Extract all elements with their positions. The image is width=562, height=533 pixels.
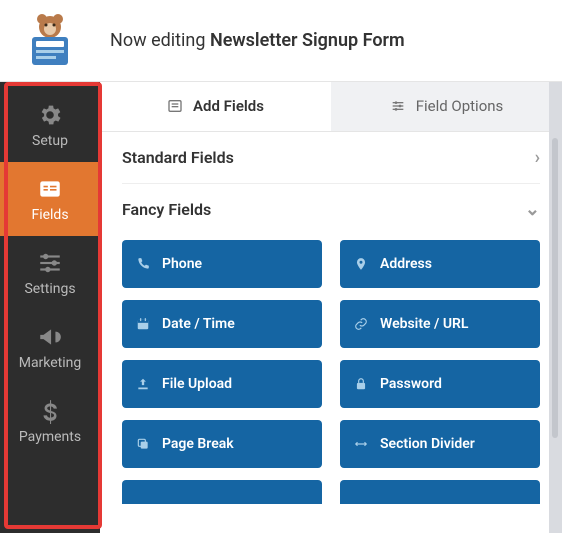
calendar-icon (136, 317, 150, 331)
field-label: Address (380, 256, 432, 272)
chevron-down-icon: ⌄ (525, 199, 540, 220)
sliders-icon (390, 98, 406, 114)
dollar-icon (37, 397, 63, 425)
copy-icon (136, 437, 150, 451)
sidebar-label: Payments (19, 429, 81, 445)
sliders-icon (37, 249, 63, 277)
tab-field-options[interactable]: Field Options (331, 82, 562, 131)
section-label: Fancy Fields (122, 200, 211, 219)
bullhorn-icon (37, 323, 63, 351)
tab-label: Add Fields (193, 97, 264, 115)
field-address[interactable]: Address (340, 240, 540, 288)
link-icon (354, 317, 368, 331)
map-pin-icon (354, 257, 368, 271)
sidebar-item-marketing[interactable]: Marketing (0, 310, 100, 384)
field-label: Website / URL (380, 316, 469, 332)
field-label: Section Divider (380, 436, 475, 452)
chevron-right-icon: › (535, 147, 540, 168)
phone-icon (136, 257, 150, 271)
field-pagebreak[interactable]: Page Break (122, 420, 322, 468)
gear-icon (37, 101, 63, 129)
form-list-icon (167, 98, 183, 114)
section-fancy-fields[interactable]: Fancy Fields ⌄ (122, 184, 540, 236)
tab-label: Field Options (416, 97, 504, 115)
tabs: Add Fields Field Options (100, 82, 562, 132)
title-formname: Newsletter Signup Form (210, 30, 405, 51)
sidebar-label: Fields (31, 207, 68, 223)
sidebar-label: Settings (24, 281, 75, 297)
sidebar-item-settings[interactable]: Settings (0, 236, 100, 310)
fields-panel: Standard Fields › Fancy Fields ⌄ Phone A… (100, 132, 562, 533)
field-label: Password (380, 376, 442, 392)
header-bar: Now editing Newsletter Signup Form (0, 0, 562, 82)
page-title: Now editing Newsletter Signup Form (100, 30, 405, 51)
sidebar-item-fields[interactable]: Fields (0, 162, 100, 236)
arrows-h-icon (354, 437, 368, 451)
sidebar-item-payments[interactable]: Payments (0, 384, 100, 458)
section-standard-fields[interactable]: Standard Fields › (122, 132, 540, 184)
sidebar: Setup Fields Settings Marketing Payments (0, 82, 100, 533)
field-label: Phone (162, 256, 202, 272)
field-partial-2[interactable] (340, 480, 540, 504)
field-section-divider[interactable]: Section Divider (340, 420, 540, 468)
field-label: File Upload (162, 376, 232, 392)
title-prefix: Now editing (110, 30, 210, 51)
form-icon (37, 175, 63, 203)
app-logo (22, 13, 78, 69)
field-website[interactable]: Website / URL (340, 300, 540, 348)
sidebar-label: Setup (32, 133, 68, 149)
fancy-fields-grid: Phone Address Date / Time Website / URL (122, 240, 540, 504)
field-datetime[interactable]: Date / Time (122, 300, 322, 348)
sidebar-label: Marketing (19, 355, 82, 371)
lock-icon (354, 377, 368, 391)
section-label: Standard Fields (122, 148, 234, 167)
field-partial-1[interactable] (122, 480, 322, 504)
tab-add-fields[interactable]: Add Fields (100, 82, 331, 131)
upload-icon (136, 377, 150, 391)
logo-cell (0, 13, 100, 69)
field-phone[interactable]: Phone (122, 240, 322, 288)
field-password[interactable]: Password (340, 360, 540, 408)
field-label: Date / Time (162, 316, 235, 332)
field-fileupload[interactable]: File Upload (122, 360, 322, 408)
sidebar-item-setup[interactable]: Setup (0, 88, 100, 162)
field-label: Page Break (162, 436, 234, 452)
main-panel: Add Fields Field Options Standard Fields… (100, 82, 562, 533)
